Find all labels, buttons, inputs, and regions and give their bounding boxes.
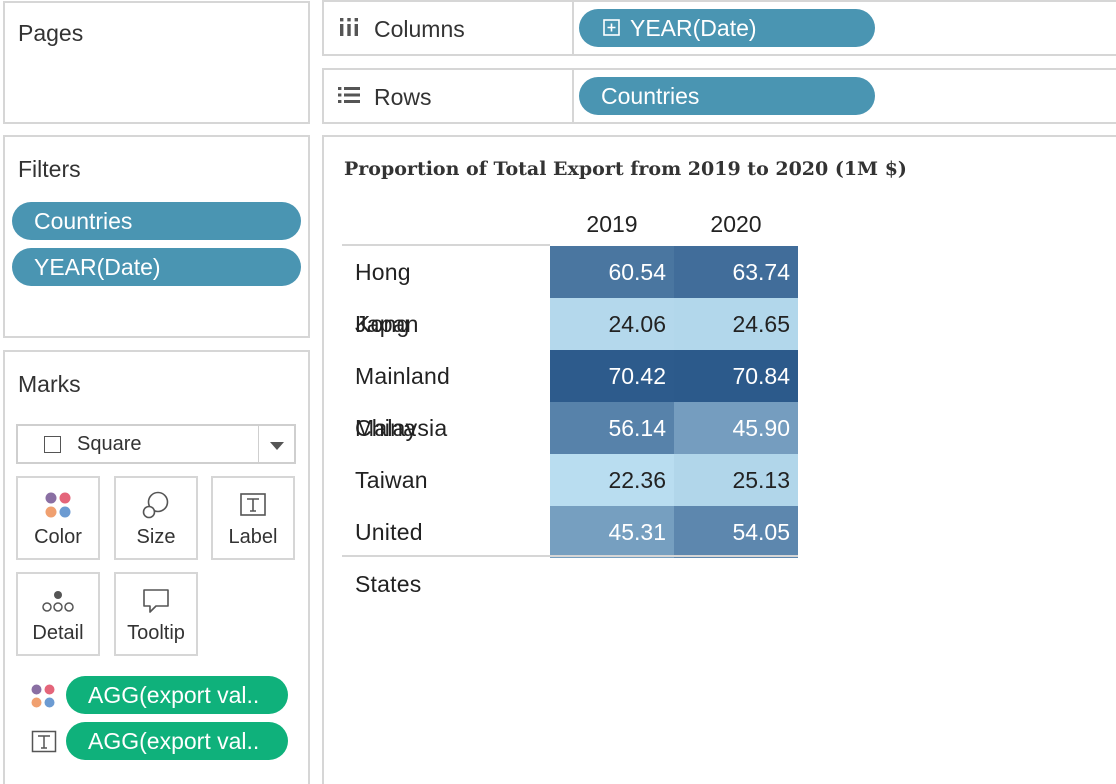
rows-pill-countries[interactable]: Countries xyxy=(579,77,875,115)
filter-pill-year-date[interactable]: YEAR(Date) xyxy=(12,248,301,286)
rows-icon xyxy=(337,85,361,110)
color-button[interactable]: Color xyxy=(16,476,100,560)
color-field-pill[interactable]: AGG(export val.. xyxy=(66,676,288,714)
row-label: Japan xyxy=(355,311,419,337)
heatmap-cell[interactable]: 25.13 xyxy=(674,454,798,506)
heatmap-cell[interactable]: 22.36 xyxy=(550,454,674,506)
tooltip-button[interactable]: Tooltip xyxy=(114,572,198,656)
pages-title: Pages xyxy=(18,20,84,46)
filter-pill-countries[interactable]: Countries xyxy=(12,202,301,240)
column-header-2019: 2019 xyxy=(586,211,638,237)
color-button-label: Color xyxy=(34,526,82,548)
expand-icon[interactable] xyxy=(603,9,620,47)
label-field-pill[interactable]: AGG(export val.. xyxy=(66,722,288,760)
filter-pill-label: Countries xyxy=(34,208,133,234)
heatmap-cell[interactable]: 24.65 xyxy=(674,298,798,350)
square-icon xyxy=(44,436,61,453)
label-button-label: Label xyxy=(228,526,278,548)
row-label: Malaysia xyxy=(355,415,448,441)
pages-card[interactable]: Pages xyxy=(3,1,310,124)
columns-label: Columns xyxy=(374,16,465,42)
shelf-divider xyxy=(572,70,574,122)
columns-shelf[interactable]: Columns YEAR(Date) xyxy=(322,0,1116,56)
rows-pill-label: Countries xyxy=(601,83,700,109)
marks-card[interactable]: Marks Square Color Size Label Detail Too… xyxy=(3,350,310,784)
view-title: Proportion of Total Export from 2019 to … xyxy=(344,158,907,180)
label-field-label: AGG(export val.. xyxy=(88,728,260,754)
tooltip-button-label: Tooltip xyxy=(127,622,185,644)
detail-icon xyxy=(18,586,98,616)
heatmap-cell[interactable]: 24.06 xyxy=(550,298,674,350)
filters-title: Filters xyxy=(18,156,81,182)
label-icon xyxy=(213,490,293,520)
row-label: United States xyxy=(355,519,423,597)
heatmap-cell[interactable]: 60.54 xyxy=(550,246,674,298)
mark-type-label: Square xyxy=(77,433,142,455)
detail-button[interactable]: Detail xyxy=(16,572,100,656)
detail-button-label: Detail xyxy=(32,622,84,644)
dropdown-divider xyxy=(258,426,259,462)
row-label: Hong Kong xyxy=(355,259,411,337)
heatmap-cell[interactable]: 45.31 xyxy=(550,506,674,558)
label-field-icon xyxy=(31,730,57,759)
size-button[interactable]: Size xyxy=(114,476,198,560)
color-icon xyxy=(18,490,98,520)
columns-pill-year-date[interactable]: YEAR(Date) xyxy=(579,9,875,47)
column-header-2020: 2020 xyxy=(710,211,762,237)
table-footer-rule xyxy=(342,555,798,557)
rows-shelf[interactable]: Rows Countries xyxy=(322,68,1116,124)
heatmap-cell[interactable]: 56.14 xyxy=(550,402,674,454)
label-button[interactable]: Label xyxy=(211,476,295,560)
chevron-down-icon[interactable] xyxy=(270,442,284,450)
color-field-label: AGG(export val.. xyxy=(88,682,260,708)
mark-type-dropdown[interactable]: Square xyxy=(16,424,296,464)
heatmap-cell[interactable]: 63.74 xyxy=(674,246,798,298)
filter-pill-label: YEAR(Date) xyxy=(34,254,161,280)
heatmap-cell[interactable]: 54.05 xyxy=(674,506,798,558)
rows-label: Rows xyxy=(374,84,432,110)
size-icon xyxy=(116,490,196,520)
size-button-label: Size xyxy=(136,526,176,548)
row-label: Taiwan xyxy=(355,467,428,493)
columns-pill-label: YEAR(Date) xyxy=(630,15,757,41)
row-label: Mainland China xyxy=(355,363,450,441)
tooltip-icon xyxy=(116,586,196,616)
heatmap-cell[interactable]: 70.42 xyxy=(550,350,674,402)
shelf-divider xyxy=(572,2,574,54)
heatmap-cell[interactable]: 70.84 xyxy=(674,350,798,402)
filters-card[interactable]: Filters Countries YEAR(Date) xyxy=(3,135,310,338)
color-field-icon xyxy=(30,683,56,714)
heatmap-cell[interactable]: 45.90 xyxy=(674,402,798,454)
columns-icon xyxy=(338,16,360,43)
marks-title: Marks xyxy=(18,371,81,397)
